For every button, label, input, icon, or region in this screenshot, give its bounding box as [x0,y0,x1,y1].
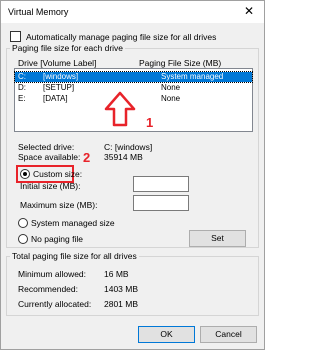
initial-size-label: Initial size (MB): [20,181,81,191]
drive-letter: E: [18,94,26,103]
auto-manage-checkbox[interactable] [10,31,21,42]
auto-manage-label: Automatically manage paging file size fo… [26,31,217,42]
minimum-allowed-label: Minimum allowed: [18,269,87,279]
maximum-size-label: Maximum size (MB): [20,200,98,210]
window-title: Virtual Memory [8,7,69,17]
drive-letter: C: [18,72,26,81]
annotation-marker-1: 1 [146,115,154,130]
column-header-size: Paging File Size (MB) [139,58,222,68]
selected-drive-value: C: [windows] [104,142,153,152]
drive-volume-label: [windows] [43,72,79,81]
space-available-value: 35914 MB [104,152,143,162]
custom-size-radio[interactable] [20,169,30,179]
drives-group-legend: Paging file size for each drive [12,43,124,53]
recommended-label: Recommended: [18,284,79,294]
recommended-value: 1403 MB [104,284,139,294]
up-arrow-annotation-icon [104,91,136,127]
close-button[interactable]: ✕ [234,1,264,23]
selected-drive-label: Selected drive: [18,142,75,152]
auto-manage-row[interactable]: Automatically manage paging file size fo… [10,31,216,42]
no-paging-file-label: No paging file [31,234,83,244]
drive-letter: D: [18,83,26,92]
title-bar: Virtual Memory ✕ [1,1,264,23]
system-managed-label: System managed size [31,218,115,228]
initial-size-input[interactable] [133,176,189,192]
currently-allocated-value: 2801 MB [104,299,139,309]
totals-group-legend: Total paging file size for all drives [12,251,137,261]
drive-row-c[interactable]: C: [windows] System managed [14,71,253,83]
drive-volume-label: [SETUP] [43,83,75,92]
no-paging-file-radio[interactable] [18,234,28,244]
system-managed-radio[interactable] [18,218,28,228]
currently-allocated-label: Currently allocated: [18,299,92,309]
cancel-button[interactable]: Cancel [200,326,257,343]
drive-paging-size: System managed [161,72,224,81]
column-header-drive: Drive [Volume Label] [18,58,97,68]
drive-paging-size: None [161,83,181,92]
space-available-label: Space available: [18,152,81,162]
custom-size-label: Custom size: [33,169,83,179]
set-button[interactable]: Set [189,230,246,247]
ok-button[interactable]: OK [138,326,195,343]
drive-volume-label: [DATA] [43,94,68,103]
annotation-marker-2: 2 [83,150,91,165]
virtual-memory-dialog: Virtual Memory ✕ Automatically manage pa… [0,0,265,350]
drive-paging-size: None [161,94,181,103]
maximum-size-input[interactable] [133,195,189,211]
minimum-allowed-value: 16 MB [104,269,129,279]
